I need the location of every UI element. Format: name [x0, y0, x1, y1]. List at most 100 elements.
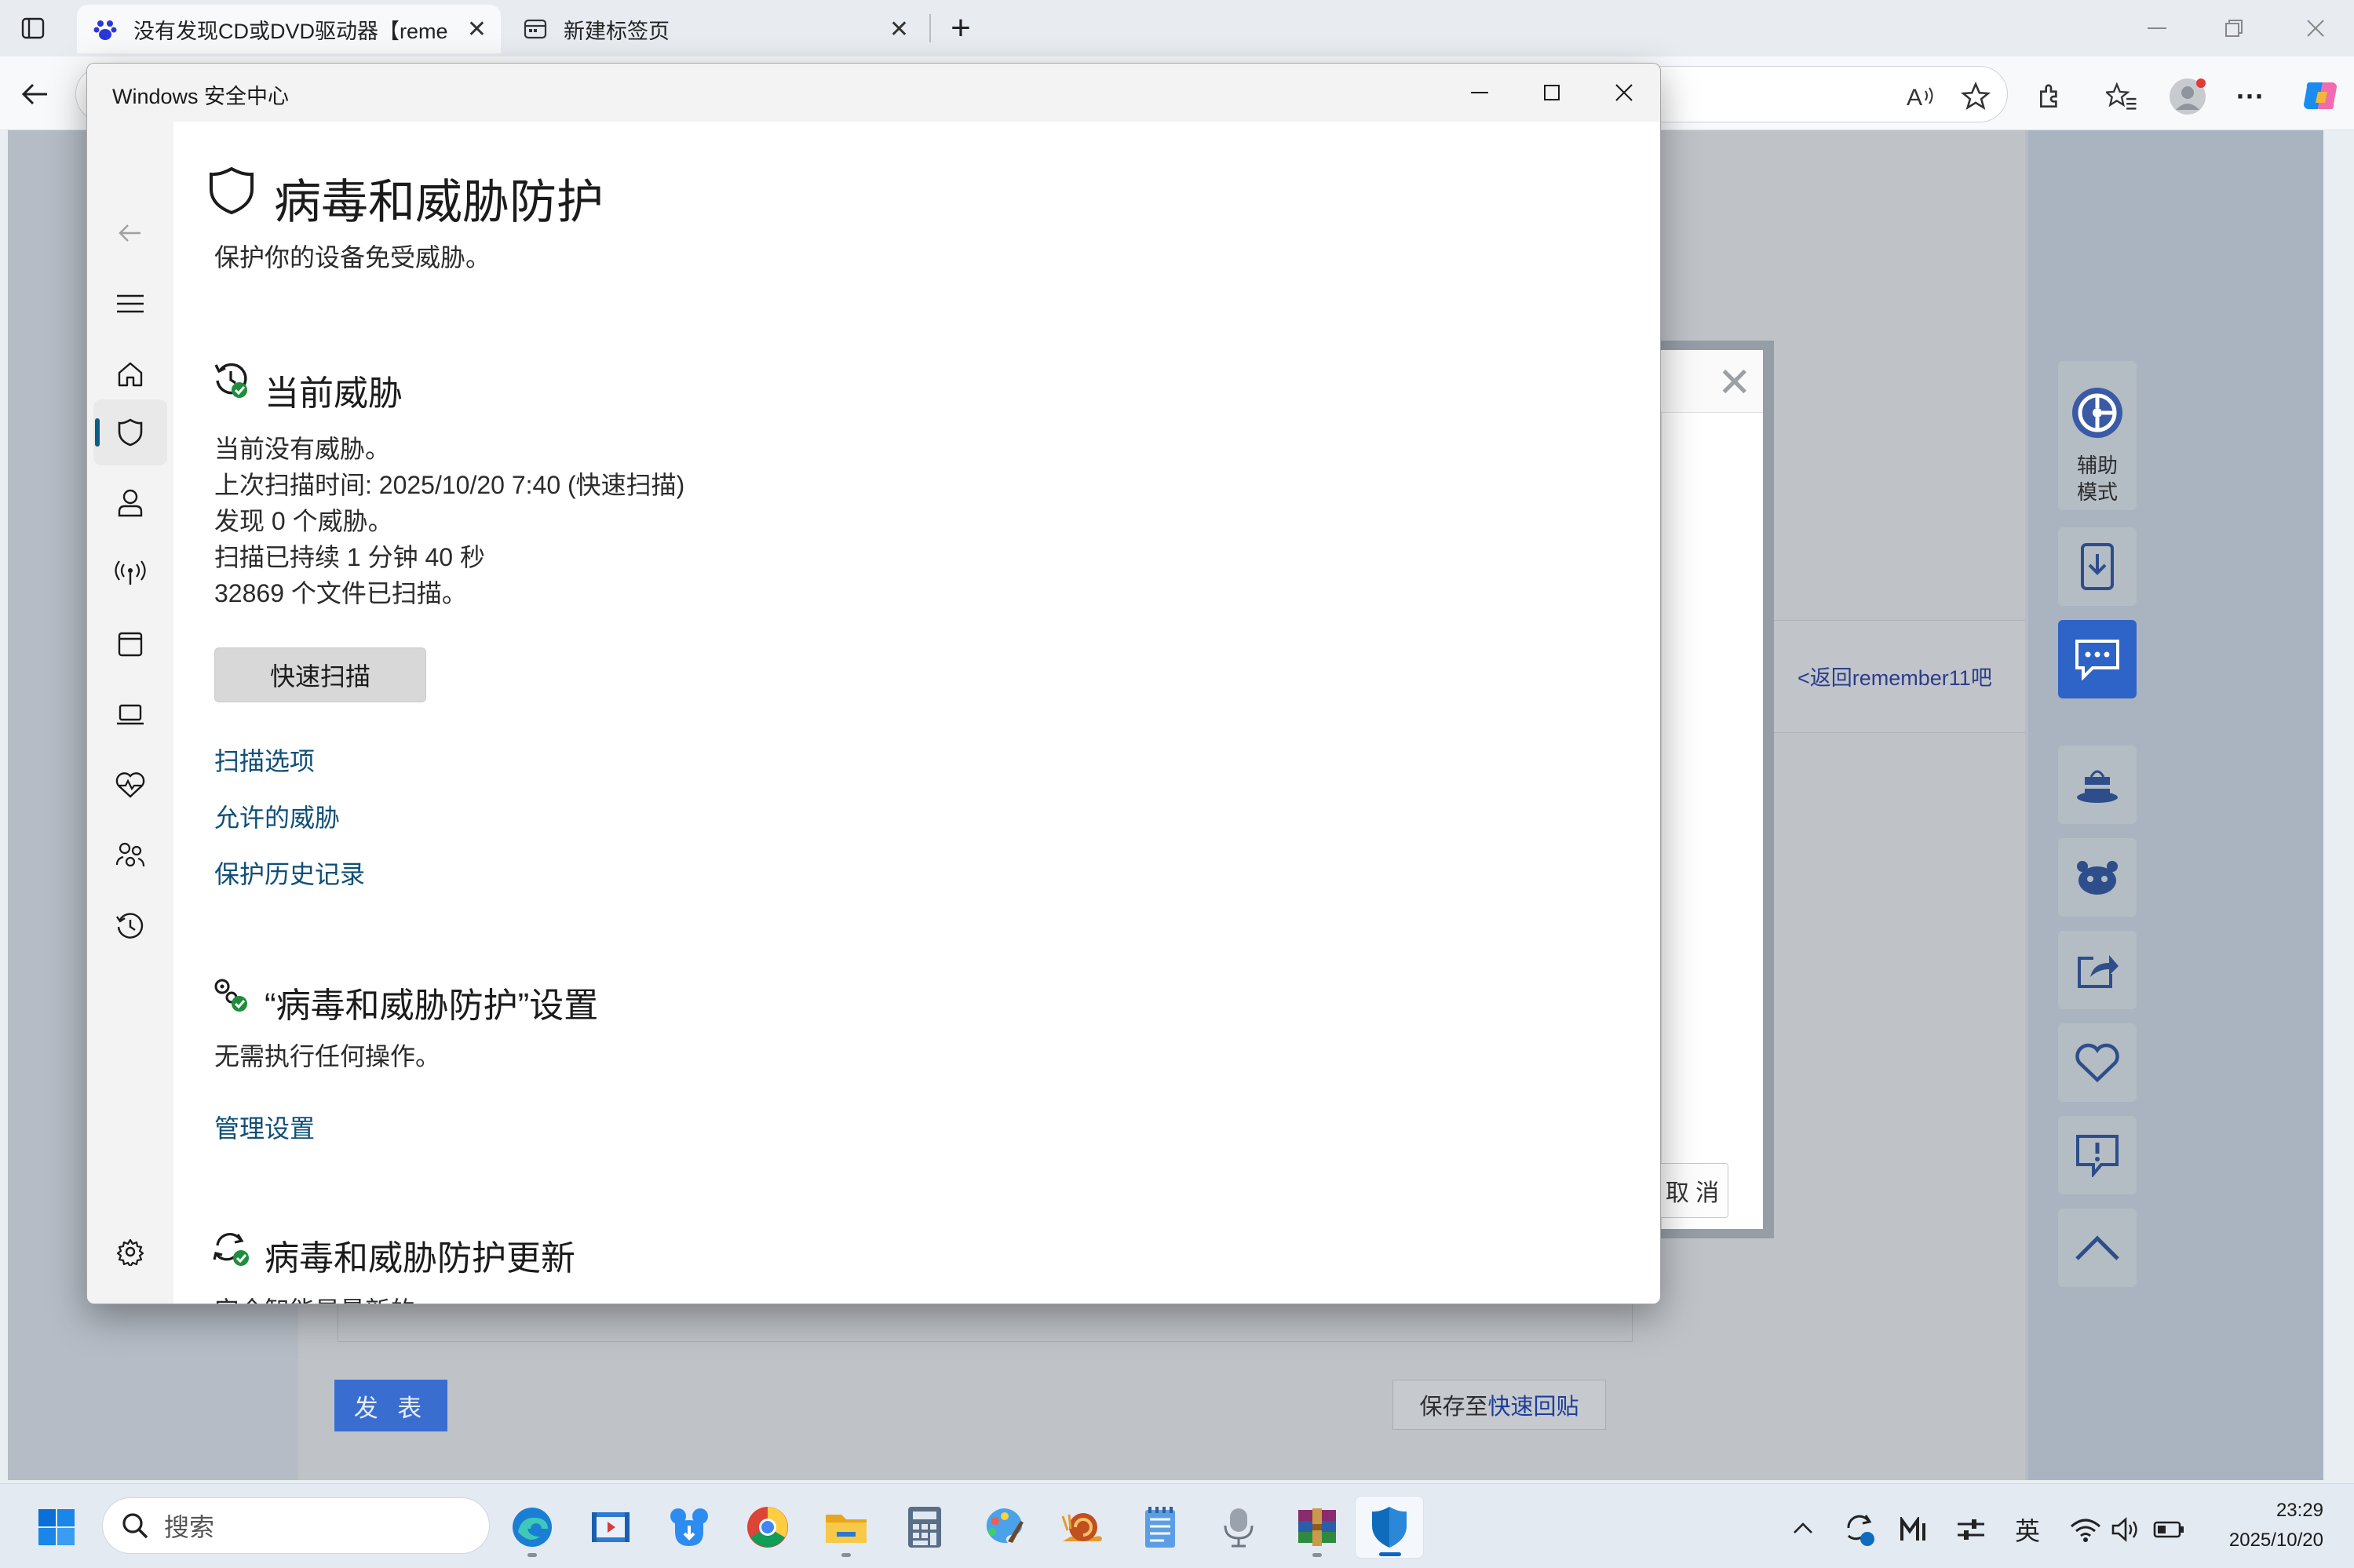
- favorites-list-icon[interactable]: [2100, 75, 2143, 118]
- snail-app-icon[interactable]: [1050, 1496, 1113, 1559]
- tab-baidu[interactable]: 没有发现CD或DVD驱动器【reme ✕: [77, 5, 501, 53]
- nav-virus-protection[interactable]: [93, 399, 167, 465]
- account-person-icon[interactable]: [93, 470, 167, 536]
- media-icon[interactable]: [1895, 1510, 1934, 1549]
- settings-gear-icon[interactable]: [93, 1219, 167, 1285]
- dialog-cancel-button[interactable]: 取 消: [1656, 1163, 1728, 1218]
- tab-label: 没有发现CD或DVD驱动器【reme: [133, 19, 448, 43]
- calculator-icon[interactable]: [893, 1496, 956, 1559]
- windows-start-icon[interactable]: [25, 1496, 88, 1559]
- family-options-icon[interactable]: [93, 823, 167, 889]
- back-arrow-icon[interactable]: [93, 200, 167, 266]
- files-scanned-count: 32869 个文件已扫描。: [214, 579, 467, 607]
- media-player-icon[interactable]: [579, 1496, 642, 1559]
- share-icon[interactable]: [2058, 931, 2137, 1009]
- scan-options-link[interactable]: 扫描选项: [214, 742, 315, 778]
- settings-sliders-icon[interactable]: [1951, 1510, 1991, 1549]
- close-tab-icon[interactable]: ✕: [467, 16, 487, 43]
- notepad-icon[interactable]: [1129, 1496, 1192, 1559]
- current-threats-heading: 当前威胁: [265, 374, 403, 413]
- svg-text:A: A: [1907, 85, 1922, 110]
- active-indicator: [1379, 1552, 1401, 1556]
- save-to-quick-reply-button[interactable]: 保存至 快速回贴: [1392, 1380, 1606, 1430]
- protection-history-link[interactable]: 保护历史记录: [214, 855, 365, 891]
- download-app-icon[interactable]: [2058, 527, 2137, 606]
- chat-message-icon[interactable]: [2058, 620, 2137, 698]
- shield-icon: [208, 166, 255, 220]
- magic-hat-icon[interactable]: [2058, 746, 2137, 824]
- quick-scan-button[interactable]: 快速扫描: [214, 647, 426, 702]
- read-aloud-icon[interactable]: A: [1900, 75, 1942, 118]
- app-browser-control-icon[interactable]: [93, 611, 167, 677]
- hamburger-menu-icon[interactable]: [93, 271, 167, 337]
- sync-status-icon[interactable]: [1840, 1510, 1879, 1549]
- baidu-paw-icon: [91, 15, 119, 43]
- more-menu-icon[interactable]: ···: [2229, 75, 2272, 118]
- minimize-icon[interactable]: [2133, 8, 2181, 49]
- chrome-icon[interactable]: [736, 1496, 799, 1559]
- wifi-icon[interactable]: [2066, 1510, 2105, 1549]
- battery-icon[interactable]: [2149, 1510, 2188, 1549]
- settings-heading: “病毒和威胁防护”设置: [265, 986, 599, 1025]
- dialog-close-icon[interactable]: ✕: [1717, 359, 1752, 407]
- settings-status-text: 无需执行任何操作。: [214, 1042, 441, 1070]
- back-to-forum-link[interactable]: <返回remember11吧: [1797, 661, 1992, 691]
- post-button[interactable]: 发 表: [334, 1380, 447, 1431]
- close-icon[interactable]: [2292, 8, 2339, 49]
- file-explorer-icon[interactable]: [815, 1496, 878, 1559]
- security-nav-rail: [87, 122, 173, 1304]
- device-security-icon[interactable]: [93, 682, 167, 748]
- manage-settings-link[interactable]: 管理设置: [214, 1109, 315, 1145]
- heart-favorite-icon[interactable]: [2058, 1023, 2137, 1102]
- back-arrow-icon[interactable]: [13, 72, 57, 116]
- updates-heading: 病毒和威胁防护更新: [265, 1239, 575, 1278]
- webpage-dialog: [1661, 350, 1763, 1229]
- clock-date: 2025/10/20: [2228, 1530, 2323, 1551]
- taskbar-clock[interactable]: 23:29 2025/10/20: [2198, 1496, 2323, 1555]
- extensions-icon[interactable]: [2030, 75, 2072, 118]
- winrar-icon[interactable]: [1286, 1496, 1349, 1559]
- input-language-indicator[interactable]: 英: [2008, 1510, 2047, 1549]
- close-tab-icon[interactable]: ✕: [889, 16, 909, 43]
- taskbar-search[interactable]: 搜索: [102, 1497, 490, 1554]
- home-icon[interactable]: [93, 341, 167, 407]
- show-hidden-icons-chevron[interactable]: [1785, 1510, 1821, 1546]
- restore-icon[interactable]: [2210, 8, 2257, 49]
- tab-new-tab[interactable]: 新建标签页 ✕: [507, 5, 923, 53]
- search-icon: [122, 1513, 148, 1539]
- edge-browser-icon[interactable]: [501, 1496, 564, 1559]
- windows-security-taskbar-icon[interactable]: [1355, 1496, 1424, 1559]
- profile-avatar-icon[interactable]: [2163, 72, 2212, 121]
- close-icon[interactable]: [1588, 64, 1660, 122]
- updates-status-text: 安全智能是最新的。: [214, 1293, 440, 1304]
- paint-icon[interactable]: [972, 1496, 1035, 1559]
- nav-selection-indicator: [95, 418, 100, 447]
- assist-mode-button[interactable]: 辅助 模式: [2058, 361, 2137, 510]
- new-tab-button[interactable]: +: [939, 6, 983, 50]
- threat-scan-status-icon: [211, 360, 250, 403]
- report-icon[interactable]: [2058, 1116, 2137, 1194]
- volume-icon[interactable]: [2108, 1510, 2143, 1549]
- copilot-icon[interactable]: [2297, 72, 2344, 119]
- scroll-to-top-icon[interactable]: [2058, 1209, 2137, 1287]
- windows-security-window: Windows 安全中心 病毒和威胁防护 保护你的设备免受威胁。 当前威胁 当前…: [86, 63, 1661, 1304]
- search-placeholder: 搜索: [164, 1513, 215, 1541]
- shield-icon: [118, 418, 143, 447]
- protection-history-icon[interactable]: [93, 894, 167, 960]
- firewall-network-icon[interactable]: [93, 541, 167, 607]
- mascot-bear-icon[interactable]: [2058, 838, 2137, 917]
- tab-label: 新建标签页: [564, 19, 670, 43]
- mouse-app-icon[interactable]: [658, 1496, 721, 1559]
- device-health-heart-icon[interactable]: [93, 753, 167, 819]
- reply-editor[interactable]: [338, 1303, 1633, 1342]
- window-title: Windows 安全中心: [112, 85, 290, 108]
- favorite-star-icon[interactable]: [1954, 75, 1997, 118]
- microphone-app-icon[interactable]: [1207, 1496, 1270, 1559]
- allowed-threats-link[interactable]: 允许的威胁: [214, 798, 340, 834]
- minimize-icon[interactable]: [1443, 64, 1516, 122]
- threats-found-count: 发现 0 个威胁。: [214, 507, 393, 535]
- tab-actions-icon[interactable]: [16, 11, 50, 46]
- tab-divider: [929, 14, 931, 42]
- maximize-icon[interactable]: [1516, 64, 1588, 122]
- page-subtitle: 保护你的设备免受威胁。: [214, 243, 491, 272]
